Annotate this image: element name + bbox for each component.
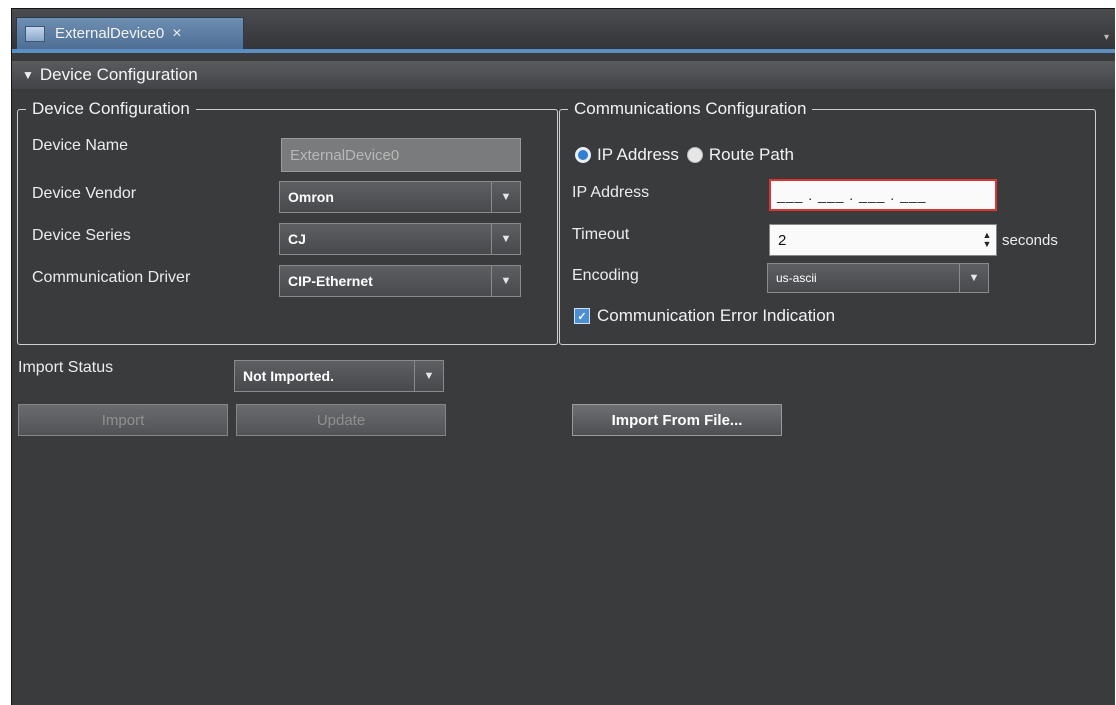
encoding-select[interactable]: us-ascii ▼ bbox=[767, 263, 989, 293]
tab-bar: ExternalDevice0 × ▾ bbox=[12, 9, 1115, 53]
spinner-arrows[interactable]: ▲ ▼ bbox=[978, 231, 996, 249]
timeout-value[interactable]: 2 bbox=[770, 232, 978, 249]
device-configuration-legend: Device Configuration bbox=[32, 99, 190, 118]
device-vendor-value: Omron bbox=[288, 189, 334, 205]
encoding-value: us-ascii bbox=[776, 271, 817, 285]
close-icon[interactable]: × bbox=[172, 25, 181, 43]
communication-error-indication-checkbox[interactable]: ✓ bbox=[574, 308, 590, 324]
route-path-radio[interactable] bbox=[686, 147, 703, 163]
device-vendor-label: Device Vendor bbox=[32, 185, 137, 202]
import-status-select[interactable]: Not Imported. ▼ bbox=[234, 360, 444, 392]
device-configuration-group: Device Configuration bbox=[17, 99, 558, 345]
ip-address-radio-label[interactable]: IP Address bbox=[597, 145, 679, 165]
device-series-select[interactable]: CJ ▼ bbox=[279, 223, 521, 255]
import-status-label: Import Status bbox=[18, 359, 114, 376]
route-path-radio-label[interactable]: Route Path bbox=[709, 145, 794, 165]
device-vendor-select[interactable]: Omron ▼ bbox=[279, 181, 521, 213]
tab-menu-icon[interactable]: ▾ bbox=[1104, 32, 1109, 43]
communication-driver-label: Communication Driver bbox=[32, 269, 191, 286]
import-button[interactable]: Import bbox=[18, 404, 228, 436]
spinner-down-icon[interactable]: ▼ bbox=[983, 240, 992, 249]
timeout-label: Timeout bbox=[572, 226, 630, 243]
collapse-arrow-icon[interactable]: ▼ bbox=[22, 68, 34, 82]
encoding-label: Encoding bbox=[572, 267, 639, 284]
import-from-file-button[interactable]: Import From File... bbox=[572, 404, 782, 436]
device-series-label: Device Series bbox=[32, 227, 131, 244]
section-header-device-configuration[interactable]: ▼ Device Configuration bbox=[12, 61, 1115, 89]
update-button[interactable]: Update bbox=[236, 404, 446, 436]
timeout-unit-label: seconds bbox=[1002, 232, 1058, 249]
communication-error-indication-checkbox-row[interactable]: ✓ Communication Error Indication bbox=[574, 306, 835, 326]
section-title: Device Configuration bbox=[39, 65, 198, 84]
tab-external-device[interactable]: ExternalDevice0 × bbox=[16, 17, 244, 49]
chevron-down-icon[interactable]: ▼ bbox=[491, 266, 520, 296]
ip-address-radio[interactable] bbox=[575, 147, 591, 163]
timeout-spinner[interactable]: 2 ▲ ▼ bbox=[769, 224, 997, 256]
device-series-value: CJ bbox=[288, 231, 306, 247]
chevron-down-icon[interactable]: ▼ bbox=[414, 361, 443, 391]
chevron-down-icon[interactable]: ▼ bbox=[491, 224, 520, 254]
communication-driver-value: CIP-Ethernet bbox=[288, 273, 373, 289]
communication-driver-select[interactable]: CIP-Ethernet ▼ bbox=[279, 265, 521, 297]
import-status-value: Not Imported. bbox=[243, 368, 334, 384]
chevron-down-icon[interactable]: ▼ bbox=[959, 264, 988, 292]
ip-address-label: IP Address bbox=[572, 184, 650, 201]
ip-address-input[interactable]: ___ . ___ . ___ . ___ bbox=[769, 179, 997, 211]
device-name-label: Device Name bbox=[32, 137, 129, 154]
device-name-field: ExternalDevice0 bbox=[281, 138, 521, 172]
device-icon bbox=[25, 25, 45, 42]
connection-type-radio-group: IP Address Route Path bbox=[575, 145, 794, 165]
chevron-down-icon[interactable]: ▼ bbox=[491, 182, 520, 212]
communications-configuration-legend: Communications Configuration bbox=[574, 99, 807, 118]
communication-error-indication-label[interactable]: Communication Error Indication bbox=[597, 306, 835, 326]
tab-label: ExternalDevice0 bbox=[55, 25, 165, 42]
editor-frame: ExternalDevice0 × ▾ ▼ Device Configurati… bbox=[11, 8, 1115, 705]
